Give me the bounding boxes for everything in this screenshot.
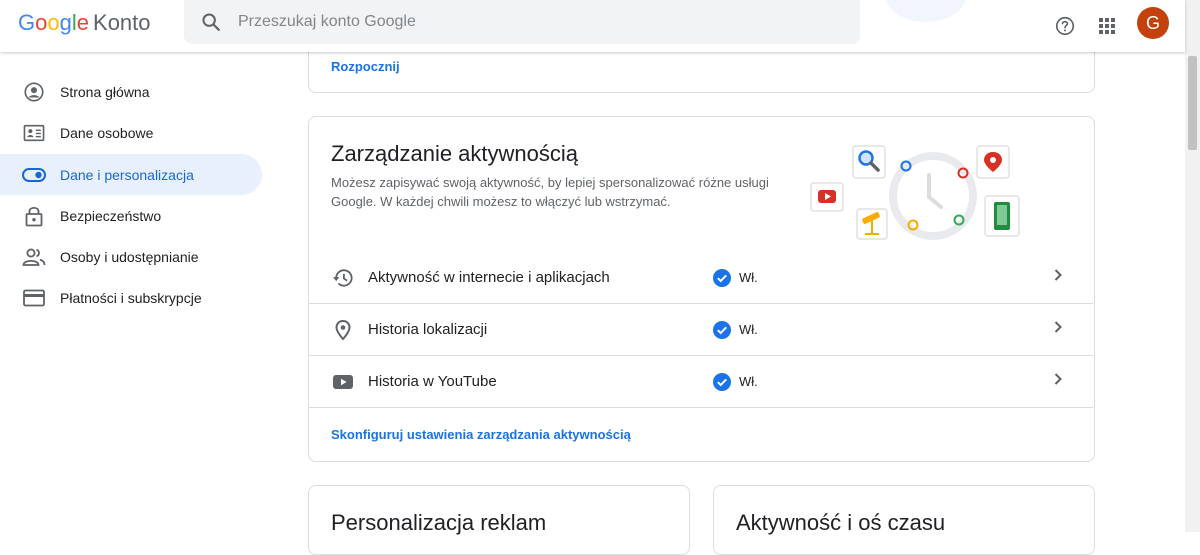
- status-text: Wł.: [739, 270, 758, 285]
- youtube-icon: [331, 370, 355, 394]
- activity-row-web-app[interactable]: Aktywność w internecie i aplikacjach Wł.: [309, 252, 1093, 304]
- chevron-right-icon: [1053, 268, 1063, 287]
- card-description: Możesz zapisywać swoją aktywność, by lep…: [331, 175, 769, 209]
- logo-letter: o: [35, 10, 48, 35]
- sidebar-item-label: Bezpieczeństwo: [60, 207, 162, 224]
- app-header: GoogleKonto G: [0, 0, 1185, 52]
- check-circle-icon: [713, 320, 731, 339]
- activity-row-label: Historia lokalizacji: [368, 321, 488, 338]
- activity-controls-card: Zarządzanie aktywnością Możesz zapisywać…: [308, 116, 1095, 462]
- sidebar-item-osoby-i-udostepnianie[interactable]: Osoby i udostępnianie: [0, 236, 262, 277]
- location-pin-icon: [331, 318, 355, 342]
- sidebar-item-dane-i-personalizacja[interactable]: Dane i personalizacja: [0, 154, 262, 195]
- sidebar-item-label: Osoby i udostępnianie: [60, 248, 199, 265]
- header-decoration: [886, 0, 966, 22]
- check-circle-icon: [713, 372, 731, 391]
- credit-card-icon: [22, 286, 46, 310]
- toggle-icon: [22, 163, 46, 187]
- search-bar: [184, 0, 860, 44]
- activity-row-youtube[interactable]: Historia w YouTube Wł.: [309, 356, 1093, 408]
- configure-activity-link[interactable]: Skonfiguruj ustawienia zarządzania aktyw…: [331, 427, 631, 442]
- logo-letter: e: [76, 10, 90, 35]
- search-icon[interactable]: [200, 11, 222, 33]
- status-badge: Wł.: [713, 320, 758, 339]
- card-title: Personalizacja reklam: [331, 510, 547, 535]
- activity-row-label: Aktywność w internecie i aplikacjach: [368, 269, 610, 286]
- vertical-scrollbar[interactable]: [1185, 0, 1200, 532]
- check-circle-icon: [713, 268, 731, 287]
- history-icon: [331, 266, 355, 290]
- status-text: Wł.: [739, 374, 758, 389]
- activity-row-label: Historia w YouTube: [368, 373, 497, 390]
- chevron-right-icon: [1053, 372, 1063, 391]
- search-input[interactable]: [238, 0, 838, 44]
- status-badge: Wł.: [713, 372, 758, 391]
- people-icon: [22, 245, 46, 269]
- app-name: Konto: [93, 10, 151, 35]
- sidebar-item-platnosci-i-subskrypcje[interactable]: Płatności i subskrypcje: [0, 277, 262, 318]
- activity-illustration: [810, 145, 1020, 240]
- activity-row-location[interactable]: Historia lokalizacji Wł.: [309, 304, 1093, 356]
- logo-letter: g: [59, 10, 72, 35]
- sidebar-item-label: Dane i personalizacja: [60, 166, 194, 183]
- sidebar-item-label: Dane osobowe: [60, 124, 154, 141]
- activity-timeline-card[interactable]: Aktywność i oś czasu: [713, 485, 1095, 555]
- start-link[interactable]: Rozpocznij: [331, 59, 400, 74]
- card-title: Aktywność i oś czasu: [736, 510, 946, 535]
- scrollbar-thumb[interactable]: [1188, 56, 1197, 150]
- account-circle-icon: [22, 80, 46, 104]
- logo-letter: o: [47, 10, 60, 35]
- logo-letter: G: [18, 10, 36, 35]
- avatar[interactable]: G: [1137, 7, 1169, 39]
- sidebar-item-label: Strona główna: [60, 83, 150, 100]
- sidebar-item-dane-osobowe[interactable]: Dane osobowe: [0, 112, 262, 153]
- sidebar-item-label: Płatności i subskrypcje: [60, 289, 202, 306]
- status-badge: Wł.: [713, 268, 758, 287]
- lock-icon: [22, 204, 46, 228]
- apps-grid-icon[interactable]: [1091, 10, 1123, 42]
- google-konto-logo[interactable]: Google Konto: [18, 10, 151, 36]
- status-text: Wł.: [739, 322, 758, 337]
- chevron-right-icon: [1053, 320, 1063, 339]
- help-icon[interactable]: [1049, 10, 1081, 42]
- card-title: Zarządzanie aktywnością: [331, 141, 579, 166]
- ad-personalization-card[interactable]: Personalizacja reklam: [308, 485, 690, 555]
- id-card-icon: [22, 121, 46, 145]
- sidebar-item-strona-glowna[interactable]: Strona główna: [0, 71, 262, 112]
- sidebar-item-bezpieczenstwo[interactable]: Bezpieczeństwo: [0, 195, 262, 236]
